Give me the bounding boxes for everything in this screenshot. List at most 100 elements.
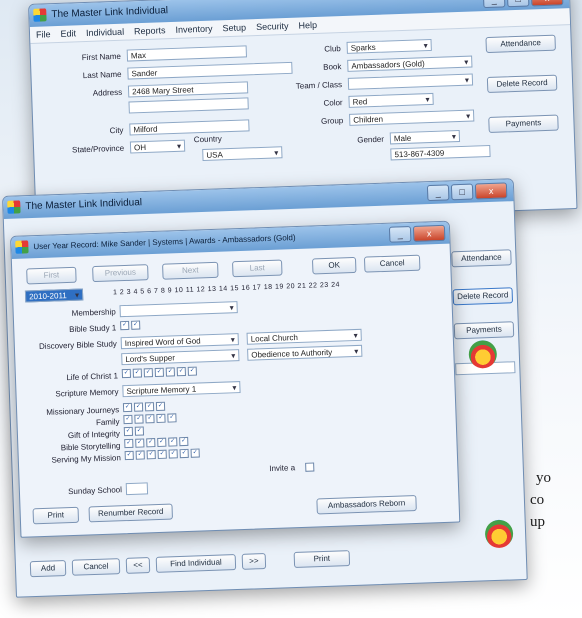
state-label: State/Province xyxy=(71,143,125,155)
previous-record-button[interactable]: << xyxy=(125,557,151,574)
family-label: Family xyxy=(95,417,120,428)
scripture-memory-label: Scripture Memory xyxy=(55,387,119,399)
address-field[interactable]: 2468 Mary Street xyxy=(127,81,249,98)
address-line2-field[interactable] xyxy=(128,97,249,114)
background-text-line-2: co xyxy=(530,492,545,508)
team-label: Team / Class xyxy=(295,80,343,91)
bible-study-checks[interactable]: ✓ ✓ xyxy=(120,320,142,331)
last-name-label: Last Name xyxy=(82,69,122,81)
last-name-field[interactable]: Sander xyxy=(127,61,293,80)
book-select[interactable]: Ambassadors (Gold) xyxy=(347,55,473,72)
first-name-label: First Name xyxy=(81,51,122,63)
payments-button[interactable]: Payments xyxy=(453,321,515,340)
app-icon xyxy=(33,8,47,22)
background-text-line-3: up xyxy=(530,514,545,530)
color-select[interactable]: Red xyxy=(348,92,434,108)
membership-label: Membership xyxy=(71,307,116,318)
close-button[interactable]: x xyxy=(474,182,508,200)
state-select[interactable]: OH xyxy=(129,139,186,154)
front-window-title: The Master Link Individual xyxy=(25,197,143,213)
group-label: Group xyxy=(320,116,344,126)
ok-button[interactable]: OK xyxy=(311,256,357,275)
back-window-title: The Master Link Individual xyxy=(51,5,169,21)
delete-record-button[interactable]: Delete Record xyxy=(452,287,514,306)
address-label: Address xyxy=(92,87,123,98)
phone-field[interactable]: 513-867-4309 xyxy=(390,144,491,161)
bible-storytelling-label: Bible Storytelling xyxy=(60,441,121,453)
invite-checkbox[interactable] xyxy=(305,462,315,472)
next-record-button[interactable]: Next xyxy=(162,261,219,280)
delete-record-button[interactable]: Delete Record xyxy=(486,74,558,94)
serving-my-mission-checks[interactable]: ✓ ✓ ✓ ✓ ✓ ✓ ✓ xyxy=(124,448,202,461)
discovery-select[interactable]: Inspired Word of God xyxy=(120,333,239,350)
local-church-select[interactable]: Local Church xyxy=(246,328,362,345)
life-of-christ-checks[interactable]: ✓ ✓ ✓ ✓ ✓ ✓ ✓ xyxy=(121,366,199,379)
dialog-title: User Year Record: Mike Sander | Systems … xyxy=(33,233,296,252)
app-icon xyxy=(15,240,29,254)
cancel-button[interactable]: Cancel xyxy=(71,558,121,576)
missionary-journeys-checks[interactable]: ✓ ✓ ✓ ✓ xyxy=(122,401,167,413)
payments-button[interactable]: Payments xyxy=(488,114,559,133)
bible-study-label: Bible Study 1 xyxy=(69,323,117,334)
membership-select[interactable] xyxy=(119,301,238,318)
background-text-line-1: yo xyxy=(536,470,551,486)
menu-reports[interactable]: Reports xyxy=(134,22,166,39)
attendance-button[interactable]: Attendance xyxy=(485,34,556,54)
minimize-button[interactable]: _ xyxy=(482,0,506,9)
gift-of-integrity-label: Gift of Integrity xyxy=(67,429,121,441)
year-record-dialog: User Year Record: Mike Sander | Systems … xyxy=(10,220,461,538)
life-of-christ-label: Life of Christ 1 xyxy=(66,371,119,383)
close-button[interactable]: x xyxy=(412,224,446,242)
add-button[interactable]: Add xyxy=(29,559,67,578)
sunday-school-field[interactable] xyxy=(125,482,149,496)
print-button[interactable]: Print xyxy=(293,550,351,569)
lords-supper-select[interactable]: Lord's Supper xyxy=(121,349,240,366)
last-record-button[interactable]: Last xyxy=(232,259,283,278)
family-checks[interactable]: ✓ ✓ ✓ ✓ ✓ xyxy=(123,413,178,425)
menu-file[interactable]: File xyxy=(36,26,51,42)
club-label: Club xyxy=(324,44,341,54)
color-label: Color xyxy=(323,98,343,108)
city-label: City xyxy=(109,125,124,136)
country-label: Country xyxy=(193,134,222,145)
city-field[interactable]: Milford xyxy=(129,119,250,136)
menu-setup[interactable]: Setup xyxy=(222,19,246,36)
ambassadors-reborn-button[interactable]: Ambassadors Reborn xyxy=(316,494,417,515)
team-select[interactable] xyxy=(347,73,474,90)
minimize-button[interactable]: _ xyxy=(388,226,412,243)
serving-my-mission-label: Serving My Mission xyxy=(51,453,121,465)
invite-label: Invite a xyxy=(269,463,296,474)
minimize-button[interactable]: _ xyxy=(426,184,450,202)
club-select[interactable]: Sparks xyxy=(346,38,432,54)
menu-edit[interactable]: Edit xyxy=(60,25,76,42)
menu-security[interactable]: Security xyxy=(256,18,289,35)
logo-icon xyxy=(484,519,514,549)
first-record-button[interactable]: First xyxy=(26,266,77,285)
menu-individual[interactable]: Individual xyxy=(86,24,125,41)
year-select[interactable]: 2010-2011 xyxy=(24,288,84,303)
cancel-button[interactable]: Cancel xyxy=(363,254,421,273)
menu-inventory[interactable]: Inventory xyxy=(175,21,213,38)
bible-storytelling-checks[interactable]: ✓ ✓ ✓ ✓ ✓ ✓ xyxy=(124,436,190,449)
app-icon xyxy=(7,200,21,214)
previous-record-button[interactable]: Previous xyxy=(92,264,149,283)
obedience-select[interactable]: Obedience to Authority xyxy=(247,344,363,361)
first-name-field[interactable]: Max xyxy=(126,45,247,62)
maximize-button[interactable]: □ xyxy=(450,183,474,201)
print-button[interactable]: Print xyxy=(32,506,80,525)
gift-of-integrity-checks[interactable]: ✓ ✓ xyxy=(123,426,146,437)
next-record-button[interactable]: >> xyxy=(241,553,267,570)
menu-help[interactable]: Help xyxy=(298,17,317,34)
gender-select[interactable]: Male xyxy=(389,130,461,145)
close-button[interactable]: x xyxy=(530,0,564,7)
maximize-button[interactable]: □ xyxy=(506,0,530,8)
discovery-bible-study-label: Discovery Bible Study xyxy=(38,339,117,352)
scripture-memory-select[interactable]: Scripture Memory 1 xyxy=(122,381,241,398)
book-label: Book xyxy=(322,62,342,72)
gender-label: Gender xyxy=(357,134,385,145)
find-individual-button[interactable]: Find Individual xyxy=(155,554,237,573)
group-select[interactable]: Children xyxy=(349,109,475,126)
renumber-record-button[interactable]: Renumber Record xyxy=(88,503,173,523)
attendance-button[interactable]: Attendance xyxy=(451,249,512,268)
country-select[interactable]: USA xyxy=(202,146,283,162)
